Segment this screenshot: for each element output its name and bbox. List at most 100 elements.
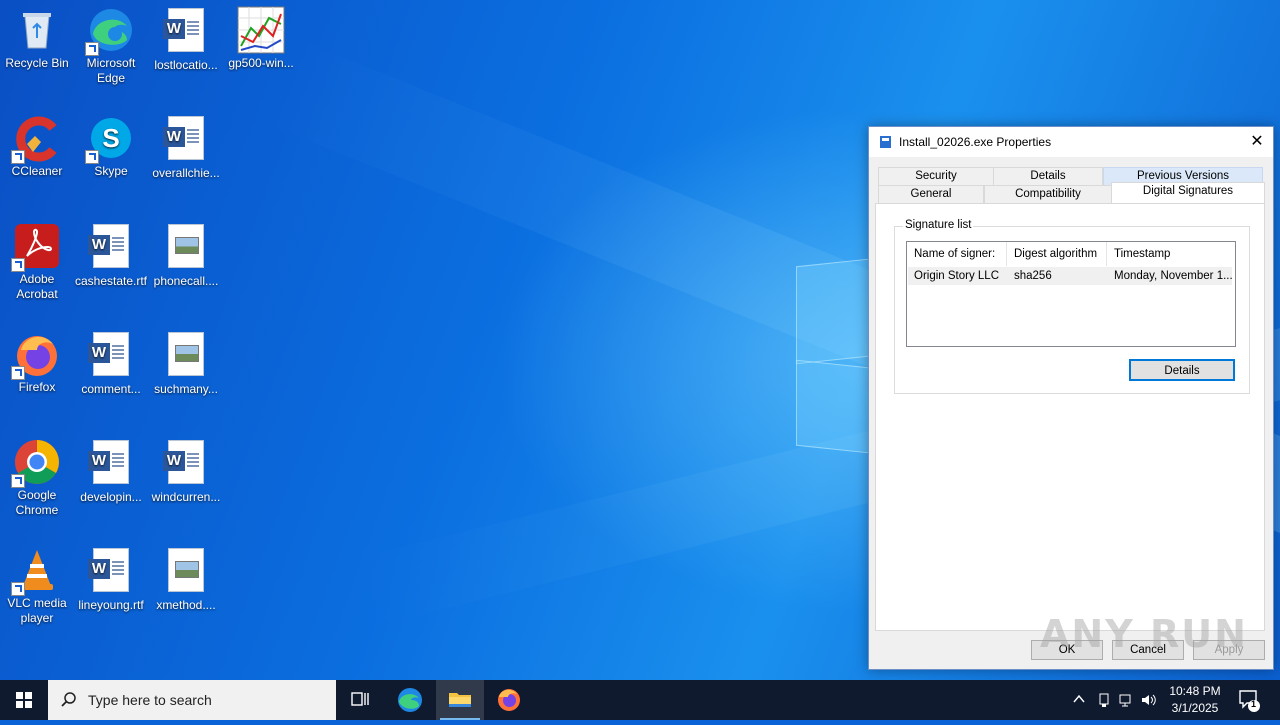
desktop-icon-ccleaner[interactable]: CCleaner — [0, 114, 74, 179]
icon-label: Firefox — [18, 380, 56, 394]
taskbar-file-explorer-button[interactable] — [436, 680, 484, 720]
icon-label: lostlocatio... — [154, 58, 218, 72]
chrome-icon — [11, 438, 61, 488]
signature-listview[interactable]: Name of signer: Digest algorithm Timesta… — [906, 241, 1236, 347]
tab-security[interactable]: Security — [878, 167, 994, 186]
column-header-timestamp[interactable]: Timestamp — [1107, 242, 1233, 266]
column-header-signer[interactable]: Name of signer: — [907, 242, 1007, 266]
icon-label: Microsoft Edge — [86, 56, 136, 85]
icon-label: suchmany... — [154, 382, 218, 396]
edge-icon — [398, 688, 422, 712]
desktop-icon-adobe-acrobat[interactable]: Adobe Acrobat — [0, 222, 74, 302]
icon-label: Skype — [94, 164, 128, 178]
taskbar-clock[interactable]: 10:48 PM 3/1/2025 — [1160, 683, 1230, 717]
desktop-icon-gp500[interactable]: gp500-win... — [224, 6, 298, 71]
desktop-icon-windcurren[interactable]: W windcurren... — [149, 438, 223, 505]
desktop-icon-comment[interactable]: W comment... — [74, 330, 148, 397]
icon-label: lineyoung.rtf — [78, 598, 144, 612]
icon-label: gp500-win... — [228, 56, 294, 70]
icon-label: developin... — [80, 490, 142, 504]
desktop-icon-vlc[interactable]: VLC media player — [0, 546, 74, 626]
close-icon[interactable]: ✕ — [1241, 127, 1273, 157]
acrobat-icon — [11, 222, 61, 272]
column-header-digest[interactable]: Digest algorithm — [1007, 242, 1107, 266]
action-center-button[interactable]: 1 — [1232, 680, 1280, 720]
edge-icon — [85, 6, 135, 56]
volume-icon[interactable] — [1140, 692, 1158, 708]
desktop-icon-lostlocatio[interactable]: W lostlocatio... — [149, 6, 223, 73]
tab-compatibility[interactable]: Compatibility — [984, 185, 1112, 204]
search-placeholder: Type here to search — [88, 692, 212, 708]
windows-logo-pane — [796, 257, 878, 365]
word-document-icon: W — [162, 8, 210, 56]
usb-device-icon[interactable] — [1096, 692, 1112, 708]
search-icon — [61, 692, 76, 707]
cell-timestamp: Monday, November 1... — [1114, 270, 1233, 282]
word-document-icon: W — [87, 332, 135, 380]
chevron-up-icon[interactable] — [1072, 692, 1086, 706]
taskbar: Type here to search 10:48 PM 3/1/2025 1 — [0, 680, 1280, 720]
desktop-icon-cashestate[interactable]: W cashestate.rtf — [74, 222, 148, 289]
desktop-icon-developin[interactable]: W developin... — [74, 438, 148, 505]
shortcut-arrow-icon — [11, 366, 25, 380]
image-file-icon — [162, 224, 210, 272]
properties-dialog: Install_02026.exe Properties ✕ Security … — [868, 126, 1274, 670]
taskbar-firefox-button[interactable] — [485, 680, 533, 720]
icon-label: comment... — [81, 382, 141, 396]
word-document-icon: W — [87, 440, 135, 488]
network-icon[interactable] — [1118, 692, 1134, 708]
system-tray — [1068, 680, 1158, 720]
desktop-icon-google-chrome[interactable]: Google Chrome — [0, 438, 74, 518]
word-document-icon: W — [162, 116, 210, 164]
tab-general[interactable]: General — [878, 185, 984, 204]
signature-details-button[interactable]: Details — [1129, 359, 1235, 381]
tab-details[interactable]: Details — [993, 167, 1103, 186]
clock-time: 10:48 PM — [1169, 684, 1221, 698]
task-view-button[interactable] — [336, 680, 384, 720]
clock-date: 3/1/2025 — [1171, 701, 1219, 715]
tab-page-digital-signatures: Signature list Name of signer: Digest al… — [875, 203, 1265, 631]
taskbar-search-box[interactable]: Type here to search — [48, 680, 336, 720]
task-view-icon — [351, 692, 369, 706]
notification-badge: 1 — [1251, 699, 1257, 709]
icon-label: CCleaner — [11, 164, 63, 178]
word-document-icon: W — [87, 224, 135, 272]
icon-label: windcurren... — [151, 490, 221, 504]
windows-logo-icon — [16, 692, 32, 708]
tab-digital-signatures[interactable]: Digital Signatures — [1111, 182, 1265, 203]
desktop-icon-lineyoung[interactable]: W lineyoung.rtf — [74, 546, 148, 613]
skype-icon: S — [85, 114, 135, 164]
group-label: Signature list — [903, 219, 974, 231]
start-button[interactable] — [0, 680, 48, 720]
desktop-icon-recycle-bin[interactable]: Recycle Bin — [0, 6, 74, 71]
icon-label: xmethod.... — [156, 598, 216, 612]
firefox-icon — [11, 330, 61, 380]
shield-file-icon — [879, 135, 892, 149]
icon-label: cashestate.rtf — [74, 274, 148, 288]
image-file-icon — [162, 548, 210, 596]
icon-label: VLC media player — [7, 596, 67, 625]
taskbar-edge-button[interactable] — [386, 680, 434, 720]
icon-label: phonecall.... — [153, 274, 219, 288]
shortcut-arrow-icon — [85, 42, 99, 56]
shortcut-arrow-icon — [11, 150, 25, 164]
shortcut-arrow-icon — [85, 150, 99, 164]
desktop-icon-firefox[interactable]: Firefox — [0, 330, 74, 395]
icon-label: Google Chrome — [15, 488, 59, 517]
cell-signer: Origin Story LLC — [914, 270, 1000, 282]
dialog-titlebar[interactable]: Install_02026.exe Properties ✕ — [869, 127, 1273, 157]
desktop-icon-microsoft-edge[interactable]: Microsoft Edge — [74, 6, 148, 86]
ccleaner-icon — [11, 114, 61, 164]
anyrun-watermark: ANY RUN — [1040, 612, 1248, 656]
shortcut-arrow-icon — [11, 474, 25, 488]
folder-icon — [449, 693, 471, 707]
desktop-icon-overallchie[interactable]: W overallchie... — [149, 114, 223, 181]
recycle-bin-icon — [13, 6, 61, 54]
word-document-icon: W — [162, 440, 210, 488]
firefox-icon — [498, 689, 520, 711]
desktop-icon-suchmany[interactable]: suchmany... — [149, 330, 223, 397]
desktop-icon-skype[interactable]: S Skype — [74, 114, 148, 179]
desktop-icon-xmethod[interactable]: xmethod.... — [149, 546, 223, 613]
desktop-icon-phonecall[interactable]: phonecall.... — [149, 222, 223, 289]
icon-label: Adobe Acrobat — [16, 272, 58, 301]
